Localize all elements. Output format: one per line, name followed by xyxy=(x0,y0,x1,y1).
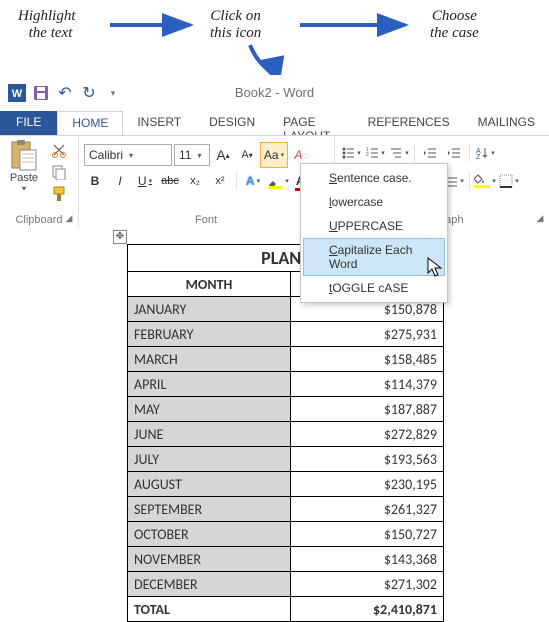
month-cell: MAY xyxy=(128,397,291,422)
strikethrough-button[interactable]: abc xyxy=(159,170,181,192)
table-row[interactable]: MARCH$158,485 xyxy=(128,347,444,372)
grow-font-button[interactable]: A▴ xyxy=(212,144,234,166)
change-case-button[interactable]: Aa xyxy=(260,142,288,168)
format-painter-button[interactable] xyxy=(48,184,70,204)
table-row[interactable]: FEBRUARY$275,931 xyxy=(128,322,444,347)
annotation-layer: Highlight the text Click on this icon Ch… xyxy=(0,0,549,75)
group-font-label: Font xyxy=(78,214,334,226)
value-cell: $230,195 xyxy=(291,472,444,497)
value-cell: $271,302 xyxy=(291,572,444,597)
total-value: $2,410,871 xyxy=(291,597,444,622)
table-move-handle[interactable]: ✥ xyxy=(113,230,127,244)
tab-page-layout[interactable]: PAGE LAYOUT xyxy=(269,111,353,135)
tab-home[interactable]: HOME xyxy=(57,111,123,136)
table-row[interactable]: JULY$193,563 xyxy=(128,447,444,472)
month-cell: JUNE xyxy=(128,422,291,447)
cursor-icon xyxy=(427,257,445,279)
table-row[interactable]: DECEMBER$271,302 xyxy=(128,572,444,597)
month-cell: AUGUST xyxy=(128,472,291,497)
value-cell: $187,887 xyxy=(291,397,444,422)
numbering-button[interactable]: 12 xyxy=(364,142,386,164)
month-cell: JANUARY xyxy=(128,297,291,322)
superscript-button[interactable]: x² xyxy=(209,170,231,192)
multilevel-list-button[interactable] xyxy=(388,142,410,164)
menu-item-uppercase[interactable]: UPPERCASE xyxy=(303,214,445,238)
value-cell: $193,563 xyxy=(291,447,444,472)
svg-text:Z: Z xyxy=(476,154,481,160)
tab-design[interactable]: DESIGN xyxy=(195,111,269,135)
month-cell: SEPTEMBER xyxy=(128,497,291,522)
increase-indent-button[interactable] xyxy=(443,142,465,164)
value-cell: $114,379 xyxy=(291,372,444,397)
window-title: Book2 - Word xyxy=(0,85,549,100)
document-area: ✥ PLANE MONTH JANUARY$150,878FEBRUARY$27… xyxy=(0,229,549,607)
subscript-button[interactable]: x₂ xyxy=(184,170,206,192)
menu-item-lowercase[interactable]: lowercase xyxy=(303,190,445,214)
bold-button[interactable]: B xyxy=(84,170,106,192)
borders-button[interactable] xyxy=(498,170,520,192)
highlight-button[interactable] xyxy=(267,170,289,192)
table-row[interactable]: JUNE$272,829 xyxy=(128,422,444,447)
menu-item-capitalize-each-word[interactable]: Capitalize Each Word xyxy=(303,238,445,276)
ribbon: Paste ▾ Clipboard ◢ Calibri▾ 11▾ A▴ A▾ A… xyxy=(0,135,549,230)
table-row[interactable]: MAY$187,887 xyxy=(128,397,444,422)
tab-file[interactable]: FILE xyxy=(0,111,57,135)
value-cell: $261,327 xyxy=(291,497,444,522)
font-name-combo[interactable]: Calibri▾ xyxy=(84,144,172,166)
month-cell: JULY xyxy=(128,447,291,472)
month-cell: OCTOBER xyxy=(128,522,291,547)
paste-label: Paste xyxy=(4,172,44,184)
underline-button[interactable]: U xyxy=(134,170,156,192)
paragraph-dialog-launcher[interactable]: ◢ xyxy=(534,213,546,225)
table-row[interactable]: APRIL$114,379 xyxy=(128,372,444,397)
decrease-indent-button[interactable] xyxy=(419,142,441,164)
tab-mailings[interactable]: MAILINGS xyxy=(464,111,549,135)
shading-button[interactable] xyxy=(474,170,496,192)
sort-button[interactable]: AZ xyxy=(474,142,496,164)
title-bar: W ↶ ↻ ▾ Book2 - Word xyxy=(0,75,549,112)
text-effects-button[interactable]: A xyxy=(242,170,264,192)
group-clipboard: Paste ▾ Clipboard ◢ xyxy=(0,136,79,228)
value-cell: $143,368 xyxy=(291,547,444,572)
month-cell: NOVEMBER xyxy=(128,547,291,572)
menu-item-toggle-case[interactable]: tOGGLE cASE xyxy=(303,276,445,300)
change-case-menu: Sentence case. lowercase UPPERCASE Capit… xyxy=(300,163,448,303)
month-cell: APRIL xyxy=(128,372,291,397)
month-cell: MARCH xyxy=(128,347,291,372)
table-row[interactable]: SEPTEMBER$261,327 xyxy=(128,497,444,522)
value-cell: $272,829 xyxy=(291,422,444,447)
col-month: MONTH xyxy=(128,272,291,297)
month-cell: FEBRUARY xyxy=(128,322,291,347)
shrink-font-button[interactable]: A▾ xyxy=(236,144,258,166)
total-label: TOTAL xyxy=(128,597,291,622)
value-cell: $158,485 xyxy=(291,347,444,372)
clipboard-dialog-launcher[interactable]: ◢ xyxy=(63,213,75,225)
menu-item-sentence-case[interactable]: Sentence case. xyxy=(303,166,445,190)
value-cell: $275,931 xyxy=(291,322,444,347)
value-cell: $150,727 xyxy=(291,522,444,547)
font-size-combo[interactable]: 11▾ xyxy=(174,144,210,166)
ribbon-tabs: FILE HOME INSERT DESIGN PAGE LAYOUT REFE… xyxy=(0,111,549,135)
table-row[interactable]: AUGUST$230,195 xyxy=(128,472,444,497)
paste-button[interactable]: Paste ▾ xyxy=(4,140,44,193)
italic-button[interactable]: I xyxy=(109,170,131,192)
table-row[interactable]: NOVEMBER$143,368 xyxy=(128,547,444,572)
tab-references[interactable]: REFERENCES xyxy=(354,111,464,135)
copy-button[interactable] xyxy=(48,162,70,182)
month-cell: DECEMBER xyxy=(128,572,291,597)
svg-text:2: 2 xyxy=(366,152,369,158)
cut-button[interactable] xyxy=(48,140,70,160)
bullets-button[interactable] xyxy=(340,142,362,164)
paste-icon xyxy=(8,140,40,172)
group-font: Calibri▾ 11▾ A▴ A▾ Aa A◌ B I U abc x₂ x²… xyxy=(78,136,335,228)
table-row[interactable]: OCTOBER$150,727 xyxy=(128,522,444,547)
tab-insert[interactable]: INSERT xyxy=(123,111,195,135)
